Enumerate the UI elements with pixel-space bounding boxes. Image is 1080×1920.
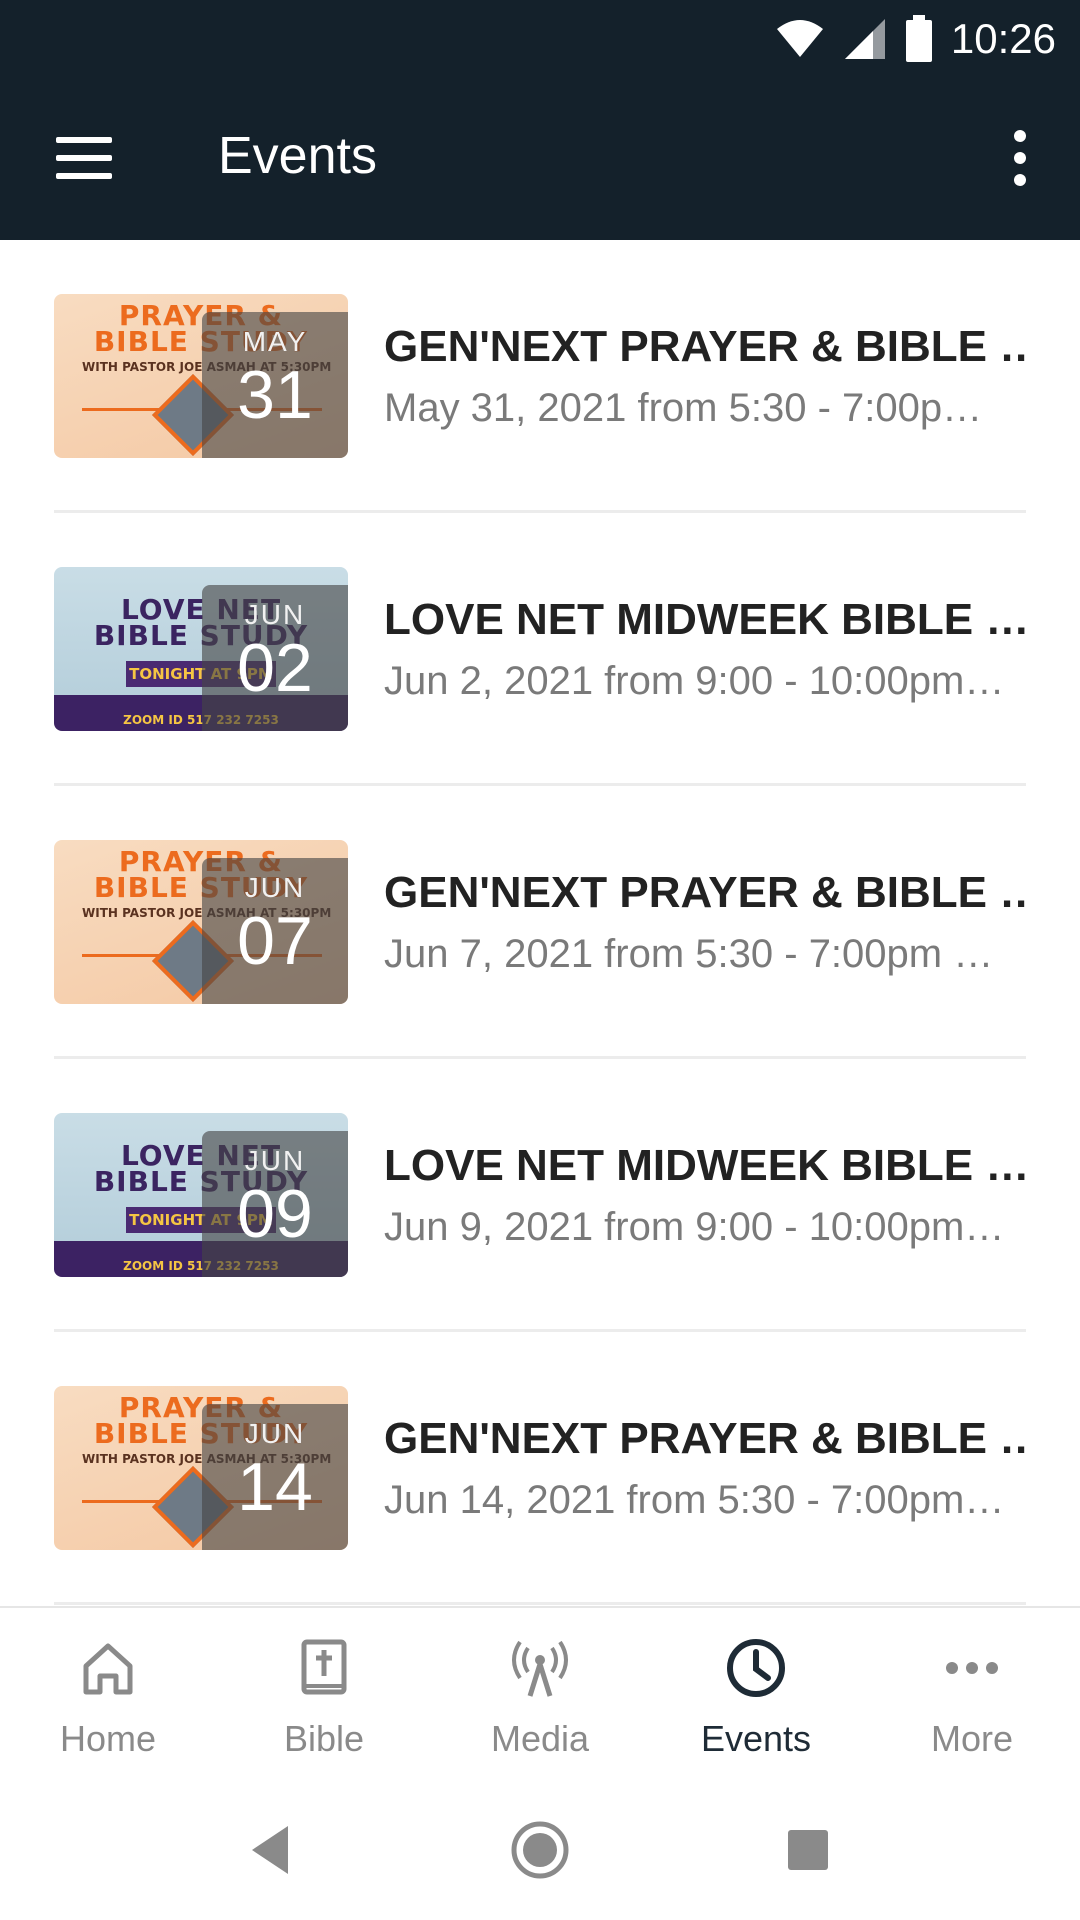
status-icons: 10:26: [775, 14, 1056, 64]
nav-label-bible: Bible: [283, 1718, 365, 1759]
cell-signal-icon: [844, 19, 885, 59]
event-thumbnail: LOVE NET BIBLE STUDY TONIGHT AT 9PM ZOOM…: [54, 567, 348, 731]
event-datetime: Jun 9, 2021 from 9:00 - 10:00pm…: [384, 1205, 1005, 1249]
status-time: 10:26: [950, 15, 1056, 62]
date-month: JUN: [244, 1145, 306, 1176]
date-day: 14: [237, 1449, 313, 1525]
app-bar: Events: [0, 78, 1080, 240]
battery-icon: [905, 15, 932, 62]
event-row[interactable]: LOVE NET BIBLE STUDY TONIGHT AT 9PM ZOOM…: [0, 1059, 1080, 1332]
date-badge: JUN 07: [202, 858, 348, 1004]
more-horiz-icon: [946, 1662, 998, 1674]
date-day: 31: [237, 357, 313, 433]
nav-item-bible[interactable]: Bible: [216, 1608, 432, 1782]
event-thumbnail: PRAYER & BIBLE STUDY WITH PASTOR JOE ASM…: [54, 1386, 348, 1550]
event-title: GEN'NEXT PRAYER & BIBLE …: [384, 868, 1030, 917]
divider: [54, 1602, 1026, 1605]
nav-label-events: Events: [700, 1718, 812, 1759]
date-month: JUN: [244, 872, 306, 903]
more-vert-icon[interactable]: [990, 118, 1050, 198]
event-thumbnail: LOVE NET BIBLE STUDY TONIGHT AT 9PM ZOOM…: [54, 1113, 348, 1277]
event-title: LOVE NET MIDWEEK BIBLE …: [384, 1141, 1030, 1190]
date-month: JUN: [244, 599, 306, 630]
wifi-icon: [776, 20, 823, 57]
back-icon[interactable]: [240, 1818, 304, 1882]
nav-label-media: Media: [490, 1718, 590, 1759]
date-day: 07: [237, 903, 313, 979]
event-title: GEN'NEXT PRAYER & BIBLE …: [384, 1414, 1030, 1463]
nav-item-home[interactable]: Home: [0, 1608, 216, 1782]
date-month: JUN: [244, 1418, 306, 1449]
date-badge: JUN 02: [202, 585, 348, 731]
status-bar: 10:26: [0, 0, 1080, 78]
date-badge: JUN 09: [202, 1131, 348, 1277]
broadcast-icon: [512, 1640, 568, 1697]
bottom-nav: Home Bible Media Events More: [0, 1606, 1080, 1782]
clock-icon: [727, 1639, 785, 1697]
home-icon: [83, 1643, 133, 1695]
event-list: PRAYER & BIBLE STUDY WITH PASTOR JOE ASM…: [0, 240, 1080, 1605]
system-nav-bar: [0, 1782, 1080, 1920]
event-datetime: May 31, 2021 from 5:30 - 7:00p…: [384, 386, 983, 430]
nav-item-events[interactable]: Events: [648, 1608, 864, 1782]
nav-label-more: More: [930, 1718, 1014, 1759]
top-bar: 10:26 Events: [0, 0, 1080, 240]
bible-icon: [301, 1639, 347, 1695]
page-title: Events: [218, 127, 377, 185]
nav-label-home: Home: [59, 1718, 157, 1759]
date-badge: JUN 14: [202, 1404, 348, 1550]
event-row[interactable]: PRAYER & BIBLE STUDY WITH PASTOR JOE ASM…: [0, 1332, 1080, 1605]
event-row[interactable]: PRAYER & BIBLE STUDY WITH PASTOR JOE ASM…: [0, 240, 1080, 513]
home-circle-icon[interactable]: [508, 1818, 572, 1882]
event-datetime: Jun 2, 2021 from 9:00 - 10:00pm…: [384, 659, 1005, 703]
recents-icon[interactable]: [776, 1818, 840, 1882]
nav-item-more[interactable]: More: [864, 1608, 1080, 1782]
event-row[interactable]: LOVE NET BIBLE STUDY TONIGHT AT 9PM ZOOM…: [0, 513, 1080, 786]
hamburger-menu-icon[interactable]: [40, 118, 130, 198]
event-title: LOVE NET MIDWEEK BIBLE …: [384, 595, 1030, 644]
nav-item-media[interactable]: Media: [432, 1608, 648, 1782]
event-title: GEN'NEXT PRAYER & BIBLE …: [384, 322, 1030, 371]
event-thumbnail: PRAYER & BIBLE STUDY WITH PASTOR JOE ASM…: [54, 840, 348, 1004]
date-day: 02: [237, 630, 313, 706]
date-month: MAY: [242, 326, 308, 357]
event-datetime: Jun 7, 2021 from 5:30 - 7:00pm …: [384, 932, 994, 976]
event-row[interactable]: PRAYER & BIBLE STUDY WITH PASTOR JOE ASM…: [0, 786, 1080, 1059]
event-datetime: Jun 14, 2021 from 5:30 - 7:00pm…: [384, 1478, 1005, 1522]
date-badge: MAY 31: [202, 312, 348, 458]
event-thumbnail: PRAYER & BIBLE STUDY WITH PASTOR JOE ASM…: [54, 294, 348, 458]
date-day: 09: [237, 1176, 313, 1252]
